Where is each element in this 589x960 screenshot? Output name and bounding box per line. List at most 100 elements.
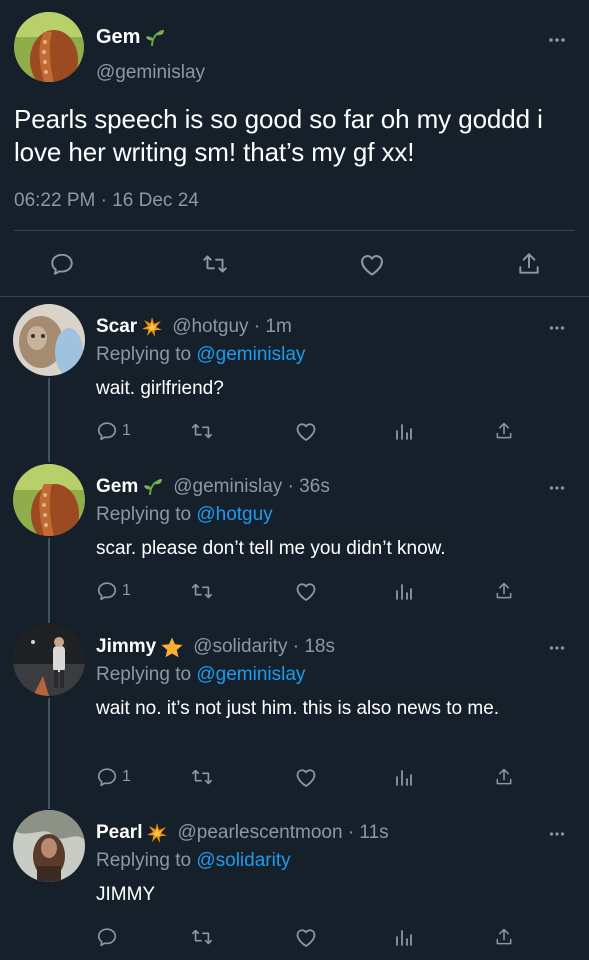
main-tweet: Gem @geminislay Pearls speech is so good…: [0, 0, 589, 297]
display-name[interactable]: Scar: [96, 316, 137, 338]
seedling-emoji-icon: [143, 478, 163, 496]
views-button[interactable]: [394, 765, 414, 789]
reply-icon: [97, 928, 117, 947]
share-button[interactable]: [494, 925, 514, 949]
replying-to: Replying to @geminislay: [96, 664, 305, 686]
reply-tweet[interactable]: Gem @geminislay · 36s Replying to @hotgu…: [0, 464, 589, 620]
display-name[interactable]: Gem: [96, 476, 138, 498]
like-button[interactable]: [357, 249, 387, 279]
share-icon: [496, 582, 512, 599]
reply-text: wait no. it’s not just him. this is also…: [96, 698, 500, 719]
retweet-button[interactable]: [190, 419, 214, 443]
like-button[interactable]: [294, 765, 318, 789]
collision-emoji-icon: [142, 317, 163, 337]
retweet-icon: [192, 423, 212, 439]
reply-icon: [97, 422, 117, 441]
display-name[interactable]: Gem: [96, 26, 140, 49]
replying-label: Replying to: [96, 504, 192, 525]
replying-to-link[interactable]: @geminislay: [196, 664, 305, 685]
avatar[interactable]: [13, 624, 85, 696]
reply-button[interactable]: [96, 925, 122, 949]
retweet-icon: [192, 929, 212, 945]
retweet-button[interactable]: [190, 765, 214, 789]
retweet-icon: [203, 255, 227, 273]
tweet-timestamp: 06:22 PM · 16 Dec 24: [14, 190, 199, 212]
tweet-time: 06:22 PM: [14, 190, 96, 211]
action-bar: 1: [96, 579, 536, 603]
replying-to-link[interactable]: @hotguy: [196, 504, 272, 525]
more-options-icon[interactable]: [549, 638, 565, 656]
reply-button[interactable]: 1: [96, 579, 131, 603]
user-handle[interactable]: @geminislay · 36s: [173, 476, 330, 498]
reply-tweet[interactable]: Scar @hotguy · 1m Replying to @geminisla…: [0, 304, 589, 460]
views-button[interactable]: [394, 579, 414, 603]
views-icon: [396, 584, 412, 600]
reply-button[interactable]: 1: [96, 419, 131, 443]
replying-label: Replying to: [96, 344, 192, 365]
retweet-icon: [192, 583, 212, 599]
replying-to-link[interactable]: @solidarity: [196, 850, 290, 871]
more-options-icon[interactable]: [549, 478, 565, 496]
reply-text: JIMMY: [96, 884, 156, 905]
share-button[interactable]: [494, 765, 514, 789]
like-button[interactable]: [294, 925, 318, 949]
reply-tweet[interactable]: Jimmy @solidarity · 18s Replying to @gem…: [0, 624, 589, 806]
retweet-button[interactable]: [190, 925, 214, 949]
action-bar: 1: [96, 765, 536, 789]
like-button[interactable]: [294, 419, 318, 443]
heart-icon: [296, 423, 316, 441]
reply-icon: [97, 768, 117, 787]
heart-icon: [296, 769, 316, 787]
user-handle[interactable]: @geminislay: [96, 62, 205, 84]
heart-icon: [296, 583, 316, 601]
replying-to-link[interactable]: @geminislay: [196, 344, 305, 365]
replying-to: Replying to @solidarity: [96, 850, 291, 872]
reply-tweet[interactable]: Pearl @pearlescentmoon · 11s Replying to…: [0, 810, 589, 960]
more-options-icon[interactable]: [549, 318, 565, 336]
like-button[interactable]: [294, 579, 318, 603]
reply-text: scar. please don’t tell me you didn’t kn…: [96, 538, 446, 559]
user-handle[interactable]: @pearlescentmoon · 11s: [177, 822, 388, 844]
more-options-icon[interactable]: [548, 30, 566, 48]
share-icon: [519, 253, 539, 274]
avatar[interactable]: [13, 464, 85, 536]
replying-to: Replying to @hotguy: [96, 504, 273, 526]
collision-emoji-icon: [147, 823, 168, 843]
share-icon: [496, 928, 512, 945]
star-emoji-icon: [161, 637, 183, 658]
display-name[interactable]: Pearl: [96, 822, 142, 844]
reply-text: wait. girlfriend?: [96, 378, 224, 399]
user-handle[interactable]: @hotguy · 1m: [172, 316, 292, 338]
seedling-emoji-icon: [145, 29, 165, 47]
share-button[interactable]: [494, 579, 514, 603]
retweet-button[interactable]: [200, 249, 230, 279]
display-name[interactable]: Jimmy: [96, 636, 156, 658]
reply-button[interactable]: [47, 249, 77, 279]
share-button[interactable]: [514, 249, 544, 279]
action-bar: 1: [96, 419, 536, 443]
replying-label: Replying to: [96, 850, 192, 871]
share-button[interactable]: [494, 419, 514, 443]
action-bar: [96, 925, 536, 949]
retweet-button[interactable]: [190, 579, 214, 603]
reply-button[interactable]: 1: [96, 765, 131, 789]
avatar[interactable]: [13, 304, 85, 376]
views-icon: [396, 424, 412, 440]
avatar[interactable]: [14, 12, 84, 82]
tweet-thread-screen: Gem @geminislay Pearls speech is so good…: [0, 0, 589, 960]
views-button[interactable]: [394, 419, 414, 443]
heart-icon: [361, 255, 383, 276]
user-handle[interactable]: @solidarity · 18s: [193, 636, 335, 658]
views-icon: [396, 770, 412, 786]
tweet-date: 16 Dec 24: [112, 190, 199, 211]
reply-count: 1: [122, 582, 131, 599]
views-button[interactable]: [394, 925, 414, 949]
retweet-icon: [192, 769, 212, 785]
share-icon: [496, 768, 512, 785]
share-icon: [496, 422, 512, 439]
views-icon: [396, 930, 412, 946]
avatar[interactable]: [13, 810, 85, 882]
more-options-icon[interactable]: [549, 824, 565, 842]
replying-to: Replying to @geminislay: [96, 344, 305, 366]
reply-count: 1: [122, 422, 131, 439]
